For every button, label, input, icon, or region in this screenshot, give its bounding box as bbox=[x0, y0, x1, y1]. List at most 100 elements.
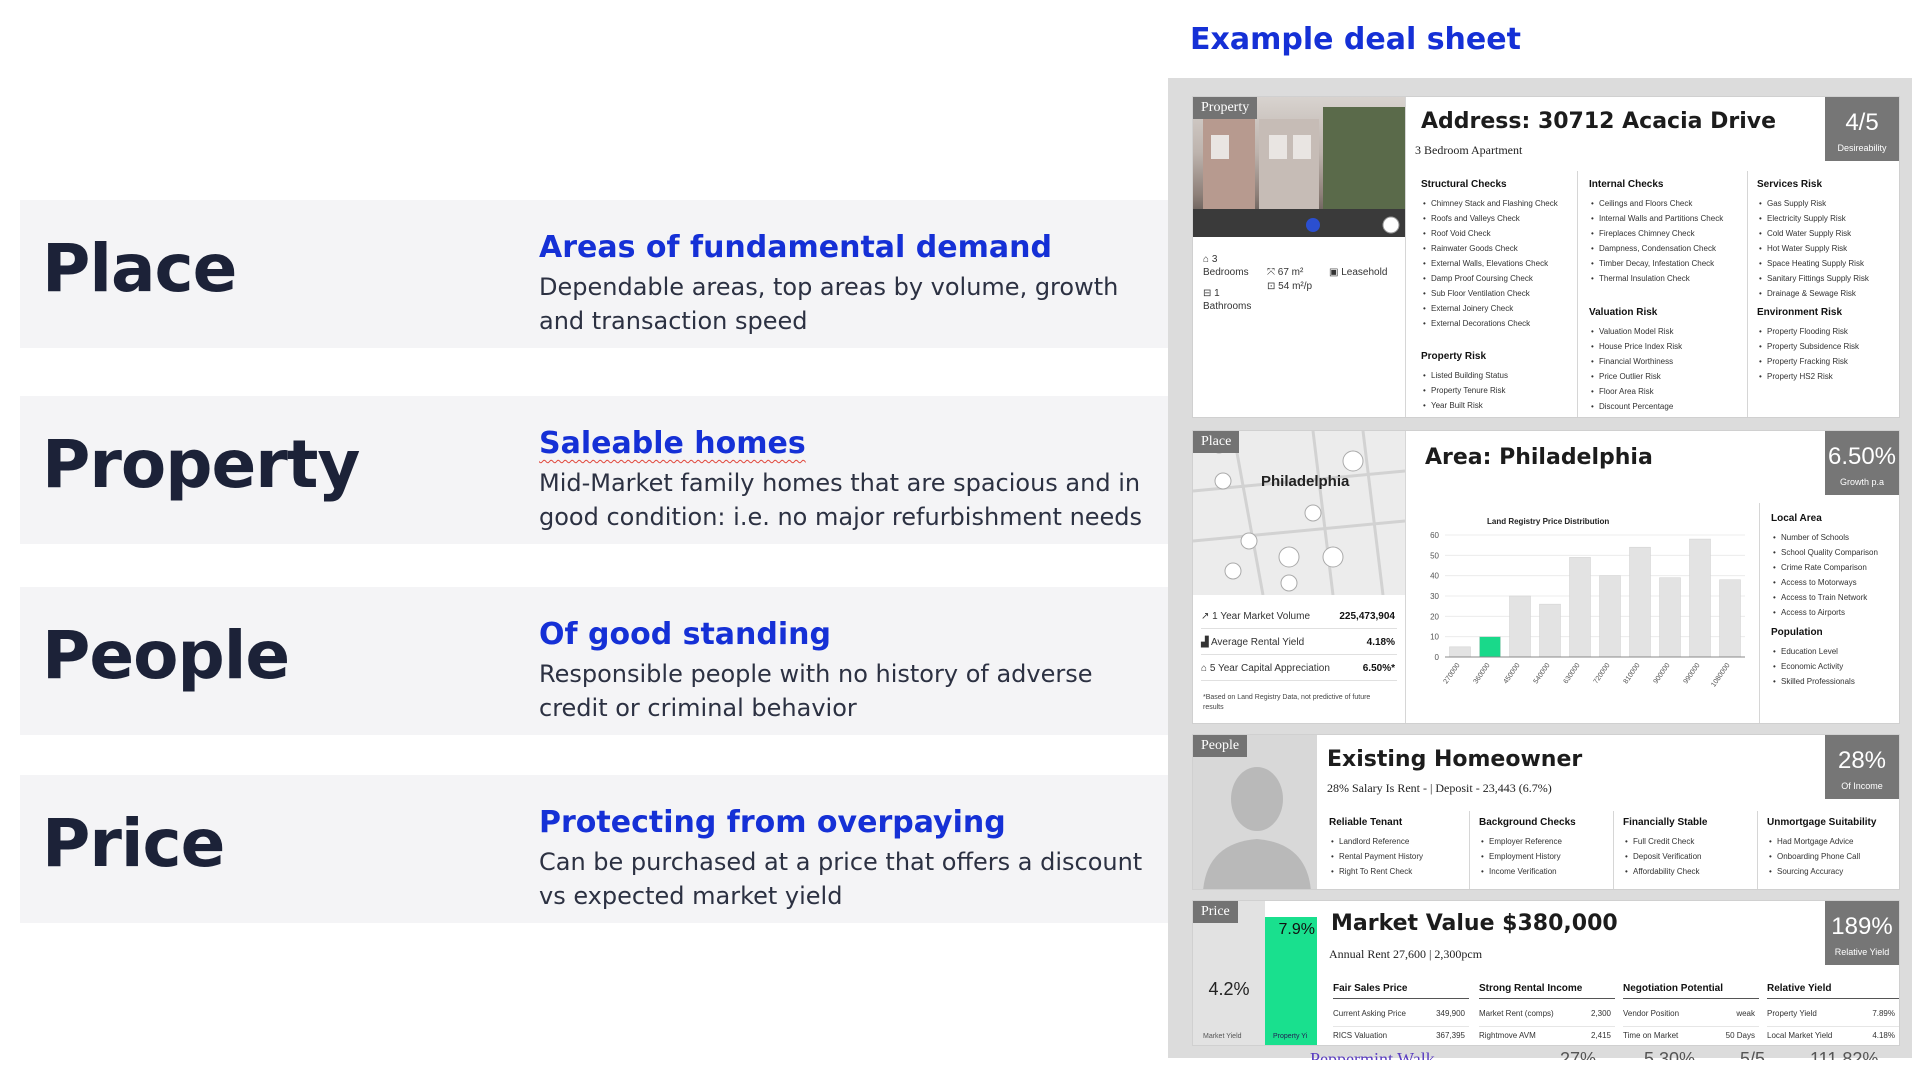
person-silhouette-icon bbox=[1203, 767, 1311, 889]
property-risk-list: Property Risk Listed Building Status Pro… bbox=[1421, 351, 1565, 413]
divider bbox=[1405, 97, 1406, 417]
y-tick-label: 0 bbox=[1435, 653, 1440, 662]
chart-bar bbox=[1659, 577, 1681, 658]
price-distribution-chart: 0 10 20 30 40 50 60 270000 360000 450000 540000 630… bbox=[1430, 531, 1745, 688]
table-row: RICS Valuation 367,395 bbox=[1333, 1027, 1469, 1045]
bed-icon: ⌂ bbox=[1203, 254, 1210, 265]
x-tick-label: 540000 bbox=[1533, 662, 1552, 685]
annual-rent-subtitle: Annual Rent 27,600 | 2,300pcm bbox=[1329, 947, 1483, 961]
chart-bar bbox=[1449, 646, 1471, 658]
environment-risk-list: Environment Risk Property Flooding Risk … bbox=[1757, 307, 1897, 384]
x-tick-label: 450000 bbox=[1503, 662, 1522, 685]
place-card: Place Philadelphia ↗ 1 Year Market Volum… bbox=[1192, 430, 1900, 724]
divider bbox=[1757, 811, 1758, 889]
x-tick-label: 270000 bbox=[1443, 662, 1462, 685]
criterion-description: Can be purchased at a price that offers … bbox=[539, 848, 1143, 910]
criterion-property: Property Saleable homes Mid-Market famil… bbox=[20, 396, 1168, 544]
avatar bbox=[1193, 735, 1317, 889]
chart-bar bbox=[1719, 579, 1741, 658]
fair-sales-price-table: Fair Sales Price Current Asking Price 349… bbox=[1333, 983, 1469, 1045]
price-per-m2-spec: ⊡ 54 m²/p bbox=[1267, 281, 1313, 292]
relative-yield-score: 189% Relative Yield bbox=[1825, 901, 1899, 965]
divider bbox=[1747, 171, 1748, 417]
table-row: Market Rent (comps) 2,300 bbox=[1479, 1005, 1615, 1027]
property-address: Address: 30712 Acacia Drive bbox=[1421, 109, 1777, 134]
next-row-value: 5/5 bbox=[1740, 1049, 1766, 1060]
price-card: Price 4.2% Market Yield 7.9% Property Yi… bbox=[1192, 900, 1900, 1046]
criterion-description: Mid-Market family homes that are spaciou… bbox=[539, 469, 1143, 531]
market-volume-stat: ↗ 1 Year Market Volume 225,473,904 bbox=[1201, 607, 1397, 629]
card-tag: Price bbox=[1193, 901, 1238, 923]
table-row: Vendor Position weak bbox=[1623, 1005, 1759, 1027]
rental-yield-stat: ▟ Average Rental Yield 4.18% bbox=[1201, 633, 1397, 655]
y-tick-label: 20 bbox=[1430, 612, 1439, 621]
card-tag: Property bbox=[1193, 97, 1258, 119]
property-card: Property ⌂ 3 Bedrooms ⊟ 1 Bathrooms ⤧ 67… bbox=[1192, 96, 1900, 418]
criterion-name: People bbox=[42, 617, 290, 694]
chart-bar bbox=[1509, 595, 1531, 658]
bar-chart-icon: ▟ bbox=[1201, 637, 1209, 648]
growth-score: 6.50% Growth p.a bbox=[1825, 431, 1899, 495]
next-row-name[interactable]: Peppermint Walk bbox=[1310, 1046, 1435, 1060]
criterion-place: Place Areas of fundamental demand Depend… bbox=[20, 200, 1168, 348]
table-row: Local Market Yield 4.18% bbox=[1767, 1027, 1899, 1045]
chart-bar bbox=[1599, 575, 1621, 658]
desirability-score: 4/5 Desireability bbox=[1825, 97, 1899, 161]
x-tick-label: 1080000 bbox=[1710, 662, 1731, 688]
next-row-value: 27% bbox=[1560, 1049, 1597, 1060]
area-icon: ⤧ bbox=[1267, 267, 1275, 278]
internal-checks-list: Internal Checks Ceilings and Floors Chec… bbox=[1589, 179, 1739, 286]
local-area-list: Local Area Number of Schools School Qual… bbox=[1771, 513, 1899, 620]
chart-bar bbox=[1569, 557, 1591, 658]
property-subtitle: 3 Bedroom Apartment bbox=[1415, 143, 1523, 157]
chart-title: Land Registry Price Distribution bbox=[1487, 517, 1610, 526]
y-tick-label: 40 bbox=[1430, 572, 1439, 581]
relative-yield-table: Relative Yield Property Yield 7.89% Local… bbox=[1767, 983, 1899, 1045]
criterion-heading: Protecting from overpaying bbox=[539, 805, 1006, 840]
criterion-price: Price Protecting from overpaying Can be … bbox=[20, 775, 1168, 923]
next-row-value: 111.82% bbox=[1810, 1049, 1879, 1060]
bedrooms-spec: ⌂ 3 Bedrooms bbox=[1203, 254, 1249, 278]
x-tick-label: 810000 bbox=[1623, 662, 1642, 685]
population-list: Population Education Level Economic Acti… bbox=[1771, 627, 1899, 689]
card-tag: Place bbox=[1193, 431, 1240, 453]
table-row: Current Asking Price 349,900 bbox=[1333, 1005, 1469, 1027]
x-tick-label: 900000 bbox=[1653, 662, 1672, 685]
document-icon: ▣ bbox=[1329, 267, 1339, 278]
unmortgage-suitability-list: Unmortgage Suitability Had Mortgage Advi… bbox=[1767, 817, 1899, 879]
bath-icon: ⊟ bbox=[1203, 288, 1212, 299]
financially-stable-list: Financially Stable Full Credit Check Dep… bbox=[1623, 817, 1759, 879]
footnote: *Based on Land Registry Data, not predic… bbox=[1203, 694, 1371, 711]
criterion-description: Dependable areas, top areas by volume, g… bbox=[539, 273, 1119, 335]
income-score: 28% Of Income bbox=[1825, 735, 1899, 799]
criterion-heading: Of good standing bbox=[539, 617, 832, 652]
people-subtitle: 28% Salary Is Rent - | Deposit - 23,443 … bbox=[1327, 781, 1552, 795]
valuation-risk-list: Valuation Risk Valuation Model Risk Hous… bbox=[1589, 307, 1739, 414]
map-icon bbox=[1193, 431, 1406, 596]
y-tick-label: 10 bbox=[1430, 633, 1439, 642]
y-tick-label: 50 bbox=[1430, 551, 1439, 560]
capital-appreciation-stat: ⌂ 5 Year Capital Appreciation 6.50%* bbox=[1201, 659, 1397, 681]
area-title: Area: Philadelphia bbox=[1425, 445, 1653, 470]
table-row: Time on Market 50 Days bbox=[1623, 1027, 1759, 1045]
market-value-title: Market Value $380,000 bbox=[1331, 911, 1618, 936]
structural-checks-list: Structural Checks Chimney Stack and Flas… bbox=[1421, 179, 1565, 331]
strong-rental-income-table: Strong Rental Income Market Rent (comps)… bbox=[1479, 983, 1615, 1045]
divider bbox=[1469, 811, 1470, 889]
services-risk-list: Services Risk Gas Supply Risk Electricit… bbox=[1757, 179, 1897, 301]
background-checks-list: Background Checks Employer Reference Emp… bbox=[1479, 817, 1615, 879]
chart-bar bbox=[1539, 603, 1561, 658]
divider bbox=[1613, 811, 1614, 889]
table-row: Rightmove AVM 2,415 bbox=[1479, 1027, 1615, 1045]
criterion-people: People Of good standing Responsible peop… bbox=[20, 587, 1168, 735]
x-tick-label: 990000 bbox=[1683, 662, 1702, 685]
negotiation-potential-table: Negotiation Potential Vendor Position wea… bbox=[1623, 983, 1759, 1045]
divider bbox=[1405, 431, 1406, 723]
chart-bar bbox=[1689, 538, 1711, 658]
area-map[interactable]: Philadelphia bbox=[1193, 431, 1406, 596]
criterion-heading: Saleable homes bbox=[539, 426, 806, 461]
criterion-heading: Areas of fundamental demand bbox=[539, 230, 1052, 265]
criterion-name: Property bbox=[42, 426, 360, 503]
criterion-name: Price bbox=[42, 805, 225, 882]
people-title: Existing Homeowner bbox=[1327, 747, 1583, 772]
